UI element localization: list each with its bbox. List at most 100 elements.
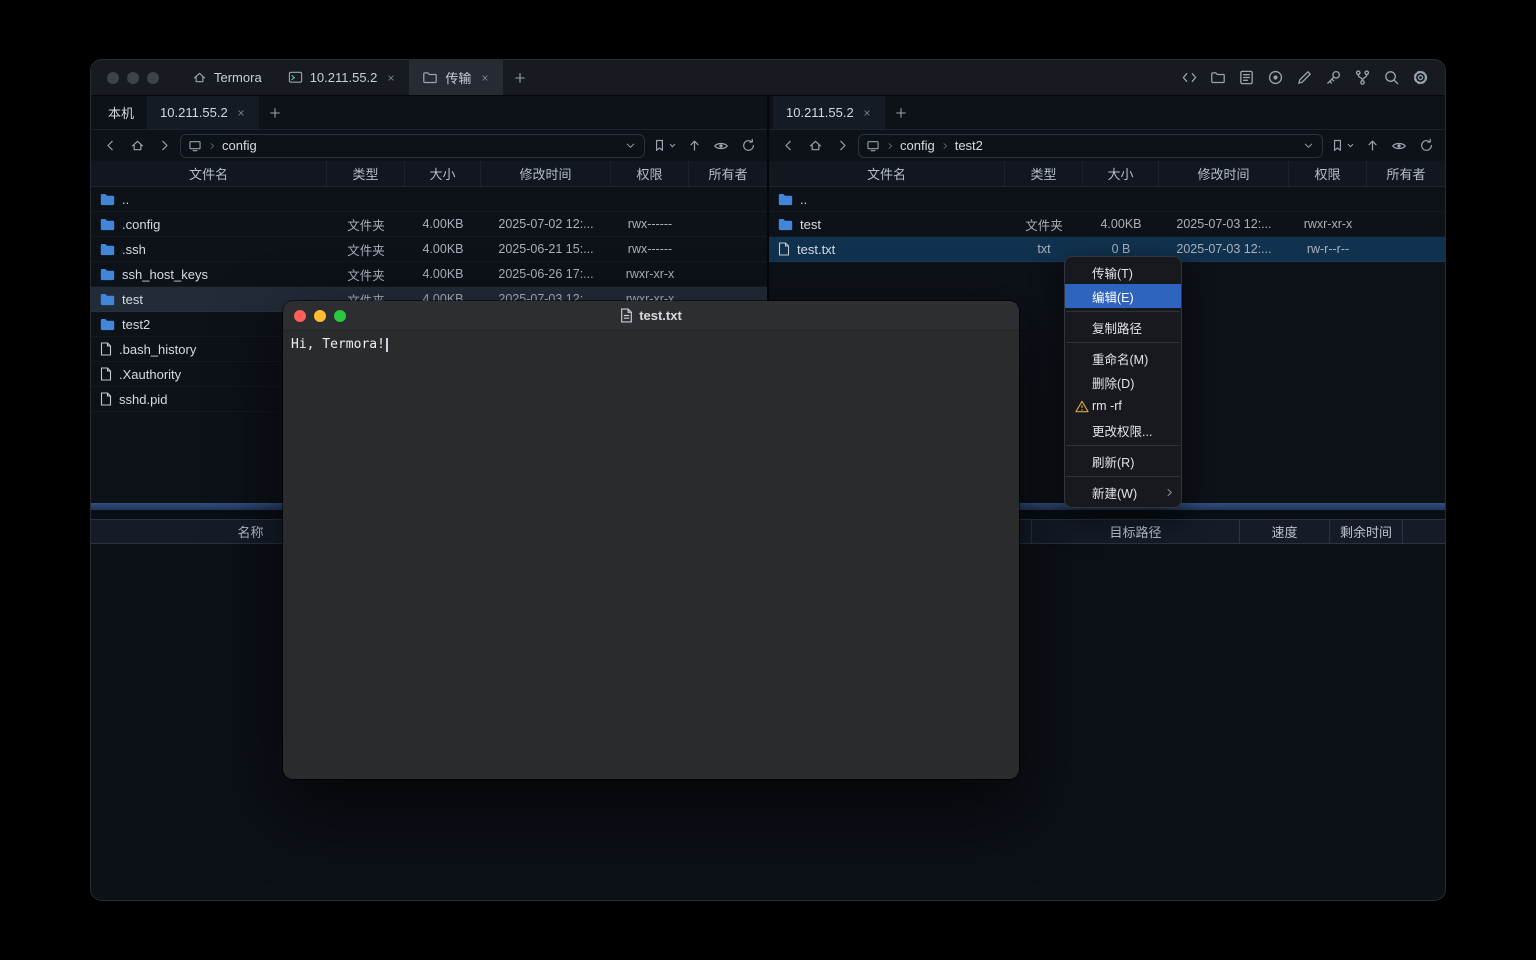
show-hidden-files-button[interactable] (1388, 135, 1410, 157)
transfer-col-remaining[interactable]: 剩余时间 (1330, 520, 1403, 543)
settings-icon[interactable] (1412, 69, 1429, 86)
breadcrumb-segment[interactable]: config (900, 138, 935, 153)
file-perm-cell: rwx------ (611, 242, 689, 256)
titlebar-tab[interactable]: 10.211.55.2 (275, 60, 410, 95)
path-bar[interactable]: config (180, 134, 645, 158)
file-perm-cell: rwxr-xr-x (1289, 217, 1367, 231)
back-button[interactable] (99, 135, 121, 157)
column-header[interactable]: 权限 (611, 161, 689, 186)
log-icon[interactable] (1238, 69, 1255, 86)
editor-window-controls (294, 301, 346, 330)
menu-item[interactable]: 更改权限... (1065, 418, 1181, 442)
menu-item[interactable]: rm -rf (1065, 394, 1181, 418)
editor-titlebar[interactable]: test.txt (283, 301, 1019, 331)
titlebar: Termora 10.211.55.2 传输 (91, 60, 1445, 96)
host-icon (288, 70, 303, 85)
forward-button[interactable] (831, 135, 853, 157)
file-type-cell: 文件夹 (327, 215, 405, 234)
refresh-button[interactable] (1415, 135, 1437, 157)
transfer-col-destination[interactable]: 目标路径 (1032, 520, 1240, 543)
file-name: test (800, 217, 821, 232)
chevron-right-icon (207, 141, 217, 151)
file-row[interactable]: .config 文件夹 4.00KB 2025-07-02 12:... rwx… (91, 212, 767, 237)
menu-item[interactable]: 重命名(M) (1065, 346, 1181, 370)
chevron-right-icon (940, 141, 950, 151)
back-button[interactable] (777, 135, 799, 157)
menu-item[interactable]: 新建(W) (1065, 480, 1181, 504)
parent-directory-button[interactable] (683, 135, 705, 157)
chevron-down-icon[interactable] (1302, 139, 1315, 152)
editor-close-button[interactable] (294, 310, 306, 322)
breadcrumb-segment[interactable]: config (222, 138, 257, 153)
column-header[interactable]: 文件名 (91, 161, 327, 186)
column-header[interactable]: 修改时间 (481, 161, 611, 186)
column-header[interactable]: 修改时间 (1159, 161, 1289, 186)
show-hidden-files-button[interactable] (710, 135, 732, 157)
window-controls (107, 72, 159, 84)
panel-tab[interactable]: 10.211.55.2 (147, 96, 259, 129)
close-icon[interactable] (862, 108, 872, 118)
new-tab-button[interactable] (503, 60, 537, 95)
file-name-cell: .ssh (91, 242, 327, 257)
branch-icon[interactable] (1354, 69, 1371, 86)
editor-zoom-button[interactable] (334, 310, 346, 322)
home-button[interactable] (126, 135, 148, 157)
forward-button[interactable] (153, 135, 175, 157)
minimize-window-button[interactable] (127, 72, 139, 84)
parent-directory-button[interactable] (1361, 135, 1383, 157)
column-header[interactable]: 权限 (1289, 161, 1367, 186)
column-header[interactable]: 类型 (327, 161, 405, 186)
record-icon[interactable] (1267, 69, 1284, 86)
code-icon[interactable] (1181, 69, 1198, 86)
column-header[interactable]: 所有者 (1367, 161, 1445, 186)
file-row[interactable]: .ssh 文件夹 4.00KB 2025-06-21 15:... rwx---… (91, 237, 767, 262)
key-icon[interactable] (1325, 69, 1342, 86)
close-window-button[interactable] (107, 72, 119, 84)
panel-tab[interactable]: 本机 (95, 96, 147, 129)
bookmark-button[interactable] (650, 135, 678, 157)
file-type-cell: txt (1005, 242, 1083, 256)
titlebar-tab[interactable]: Termora (179, 60, 275, 95)
file-row[interactable]: .. (769, 187, 1445, 212)
refresh-button[interactable] (737, 135, 759, 157)
column-header[interactable]: 大小 (405, 161, 481, 186)
transfer-col-end (1403, 520, 1445, 543)
column-header[interactable]: 大小 (1083, 161, 1159, 186)
menu-item[interactable]: 编辑(E) (1065, 284, 1181, 308)
file-icon (100, 342, 112, 356)
menu-item[interactable]: 复制路径 (1065, 315, 1181, 339)
search-icon[interactable] (1383, 69, 1400, 86)
zoom-window-button[interactable] (147, 72, 159, 84)
panel-new-tab-button[interactable] (885, 96, 917, 129)
panel-tab[interactable]: 10.211.55.2 (773, 96, 885, 129)
panel-new-tab-button[interactable] (259, 96, 291, 129)
menu-item-label: 编辑(E) (1092, 287, 1134, 306)
menu-item[interactable]: 删除(D) (1065, 370, 1181, 394)
titlebar-tab[interactable]: 传输 (409, 60, 503, 95)
file-type-cell: 文件夹 (327, 240, 405, 259)
close-icon[interactable] (236, 108, 246, 118)
breadcrumb-segment[interactable]: test2 (955, 138, 983, 153)
editor-title-group: test.txt (620, 308, 682, 323)
column-header[interactable]: 类型 (1005, 161, 1083, 186)
menu-item[interactable]: 刷新(R) (1065, 449, 1181, 473)
chevron-down-icon[interactable] (624, 139, 637, 152)
file-row[interactable]: .. (91, 187, 767, 212)
path-bar[interactable]: config test2 (858, 134, 1323, 158)
pencil-icon[interactable] (1296, 69, 1313, 86)
editor-minimize-button[interactable] (314, 310, 326, 322)
bookmark-button[interactable] (1328, 135, 1356, 157)
editor-content-area[interactable]: Hi, Termora! (283, 331, 1019, 779)
file-row[interactable]: test 文件夹 4.00KB 2025-07-03 12:... rwxr-x… (769, 212, 1445, 237)
menu-item-label: 刷新(R) (1092, 452, 1134, 471)
menu-item[interactable]: 传输(T) (1065, 260, 1181, 284)
home-button[interactable] (804, 135, 826, 157)
column-header[interactable]: 文件名 (769, 161, 1005, 186)
folder-icon[interactable] (1210, 70, 1226, 86)
titlebar-tab-label: 传输 (445, 68, 471, 87)
close-icon[interactable] (480, 73, 490, 83)
column-header[interactable]: 所有者 (689, 161, 767, 186)
file-row[interactable]: ssh_host_keys 文件夹 4.00KB 2025-06-26 17:.… (91, 262, 767, 287)
close-icon[interactable] (386, 73, 396, 83)
transfer-col-speed[interactable]: 速度 (1240, 520, 1330, 543)
